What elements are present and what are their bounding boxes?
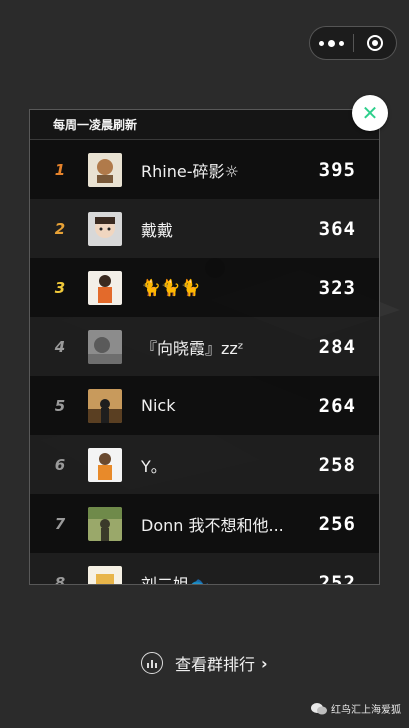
player-score: 264 (318, 394, 356, 417)
bar-chart-icon (141, 652, 163, 674)
player-name: Y。 (141, 456, 167, 476)
player-score: 364 (318, 217, 356, 240)
avatar (88, 152, 122, 187)
player-score: 395 (318, 158, 356, 181)
avatar (88, 329, 122, 364)
view-group-ranking-label: 查看群排行 (175, 655, 256, 674)
view-group-ranking-button[interactable]: 查看群排行 › (141, 651, 268, 675)
more-button[interactable] (310, 27, 353, 59)
player-score: 258 (318, 453, 356, 476)
ranking-row[interactable]: 6 Y。 258 (30, 435, 379, 494)
player-name: Nick (141, 396, 176, 415)
avatar (88, 447, 122, 482)
watermark: 红鸟汇上海爱狐 (311, 701, 401, 716)
rank-number: 5 (54, 396, 66, 415)
ranking-panel: 每周一凌晨刷新 1 Rhine-碎影☼ 395 2 戴戴 364 3 🐈🐈🐈 3… (29, 109, 380, 585)
ranking-row[interactable]: 4 『向晓霞』zzᶻ 284 (30, 317, 379, 376)
player-name: 戴戴 (141, 220, 174, 240)
player-name: Donn 我不想和他... (141, 515, 284, 535)
close-button[interactable]: ✕ (352, 95, 388, 131)
ranking-row[interactable]: 7 Donn 我不想和他... 256 (30, 494, 379, 553)
player-score: 252 (318, 571, 356, 585)
player-score: 256 (318, 512, 356, 535)
avatar (88, 388, 122, 423)
player-score: 284 (318, 335, 356, 358)
rank-number: 3 (54, 278, 66, 297)
rank-number: 2 (54, 219, 66, 238)
avatar (88, 565, 122, 584)
wechat-icon (311, 702, 327, 714)
target-icon (366, 35, 383, 51)
refresh-note: 每周一凌晨刷新 (30, 110, 379, 140)
player-name: 『向晓霞』zzᶻ (141, 338, 244, 358)
player-name: 🐈🐈🐈 (141, 278, 201, 297)
rank-number: 4 (54, 337, 66, 356)
more-dots-icon (318, 39, 344, 47)
ranking-row[interactable]: 1 Rhine-碎影☼ 395 (30, 140, 379, 199)
rank-number: 1 (54, 160, 66, 179)
ranking-list: 1 Rhine-碎影☼ 395 2 戴戴 364 3 🐈🐈🐈 323 4 『向晓… (30, 140, 379, 585)
rank-number: 7 (54, 514, 66, 533)
player-name: Rhine-碎影☼ (141, 161, 239, 181)
rank-number: 8 (54, 573, 66, 585)
ranking-row[interactable]: 8 刘二姐🐟 252 (30, 553, 379, 585)
avatar (88, 270, 122, 305)
player-name: 刘二姐🐟 (141, 574, 209, 585)
close-icon: ✕ (361, 101, 379, 125)
rank-number: 6 (54, 455, 66, 474)
watermark-text: 红鸟汇上海爱狐 (331, 705, 401, 716)
mini-program-capsule (309, 26, 397, 60)
chevron-right-icon: › (261, 653, 268, 673)
avatar (88, 211, 122, 246)
exit-button[interactable] (354, 27, 397, 59)
player-score: 323 (318, 276, 356, 299)
ranking-row[interactable]: 2 戴戴 364 (30, 199, 379, 258)
avatar (88, 506, 122, 541)
ranking-row[interactable]: 3 🐈🐈🐈 323 (30, 258, 379, 317)
ranking-row[interactable]: 5 Nick 264 (30, 376, 379, 435)
